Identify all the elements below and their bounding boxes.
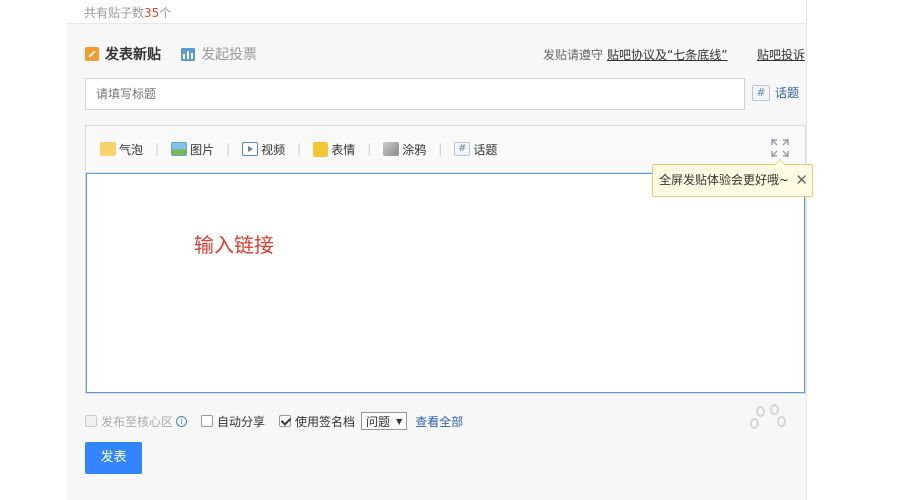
complain-link[interactable]: 贴吧投诉 bbox=[757, 46, 805, 63]
bar-chart-icon bbox=[181, 47, 195, 61]
toolbar-image-label: 图片 bbox=[190, 142, 215, 157]
signature-checkbox[interactable] bbox=[279, 415, 292, 427]
tooltip-close-icon[interactable]: ✕ bbox=[795, 165, 808, 196]
fullscreen-icon[interactable] bbox=[771, 139, 789, 157]
image-icon bbox=[171, 142, 188, 156]
fullscreen-tooltip: 全屏发贴体验会更好哦~ ✕ bbox=[652, 159, 813, 197]
toolbar-separator: | bbox=[155, 142, 160, 156]
tab-vote-label: 发起投票 bbox=[201, 47, 257, 63]
toolbar-separator: | bbox=[438, 142, 443, 156]
post-count-prefix: 共有贴子数 bbox=[84, 6, 145, 20]
core-area-checkbox bbox=[85, 415, 97, 427]
post-count-bar: 共有贴子数35个 bbox=[66, 0, 806, 24]
signature-label: 使用签名档 bbox=[295, 414, 356, 429]
signature-select[interactable]: 问题 ▼ bbox=[361, 412, 408, 430]
toolbar-emoji[interactable]: 表情 bbox=[313, 141, 355, 158]
option-signature[interactable]: 使用签名档 bbox=[279, 413, 355, 430]
tab-new-post-label: 发表新贴 bbox=[105, 47, 161, 63]
link-annotation: 输入链接 bbox=[194, 233, 274, 257]
hash-icon: # bbox=[752, 84, 770, 101]
toolbar-graffiti-label: 涂鸦 bbox=[402, 142, 427, 157]
toolbar-emoji-label: 表情 bbox=[331, 142, 356, 157]
rules-prefix: 发贴请遵守 bbox=[543, 48, 604, 62]
post-count-suffix: 个 bbox=[159, 6, 172, 20]
toolbar-separator: | bbox=[226, 142, 231, 156]
emoji-icon bbox=[313, 141, 329, 157]
bubble-icon bbox=[100, 142, 116, 156]
rules-link[interactable]: 贴吧协议及“七条底线” bbox=[607, 48, 727, 62]
toolbar-image[interactable]: 图片 bbox=[171, 141, 214, 158]
toolbar-bubble[interactable]: 气泡 bbox=[100, 141, 143, 158]
toolbar-video-label: 视频 bbox=[261, 142, 286, 157]
core-area-label: 发布至核心区 bbox=[101, 414, 174, 429]
paw-icon bbox=[750, 404, 790, 444]
post-header: 发表新贴 发起投票 发贴请遵守 贴吧协议及“七条底线” 贴吧投诉 bbox=[85, 44, 805, 64]
info-icon[interactable]: i bbox=[176, 415, 188, 427]
left-gutter bbox=[0, 0, 66, 500]
option-auto-share[interactable]: 自动分享 bbox=[201, 413, 265, 430]
post-count: 共有贴子数35个 bbox=[84, 4, 171, 21]
post-options: 发布至核心区 i 自动分享 使用签名档 问题 ▼ 查看全部 bbox=[85, 411, 463, 431]
video-icon bbox=[242, 142, 259, 156]
title-input[interactable] bbox=[85, 78, 745, 110]
tooltip-text: 全屏发贴体验会更好哦~ bbox=[659, 173, 790, 187]
graffiti-icon bbox=[383, 142, 400, 156]
baidu-jingyan-watermark bbox=[688, 404, 888, 494]
editor-content[interactable]: 输入链接 bbox=[86, 173, 805, 393]
post-rules: 发贴请遵守 贴吧协议及“七条底线” bbox=[543, 46, 727, 63]
signature-select-value: 问题 bbox=[366, 414, 391, 429]
auto-share-checkbox[interactable] bbox=[201, 415, 214, 427]
tab-new-post[interactable]: 发表新贴 bbox=[85, 44, 161, 64]
toolbar-bubble-label: 气泡 bbox=[119, 142, 144, 157]
toolbar-separator: | bbox=[297, 142, 302, 156]
toolbar-video[interactable]: 视频 bbox=[242, 141, 285, 158]
topic-link-label: 话题 bbox=[775, 86, 800, 100]
auto-share-label: 自动分享 bbox=[217, 414, 266, 429]
see-all-link[interactable]: 查看全部 bbox=[415, 413, 463, 430]
post-count-number: 35 bbox=[144, 6, 160, 20]
toolbar-separator: | bbox=[367, 142, 372, 156]
toolbar-topic[interactable]: # 话题 bbox=[454, 141, 497, 158]
pencil-icon bbox=[85, 47, 99, 61]
option-core-area: 发布至核心区 i bbox=[85, 413, 188, 430]
toolbar-graffiti[interactable]: 涂鸦 bbox=[383, 141, 426, 158]
topic-icon: # bbox=[454, 142, 471, 156]
tab-vote[interactable]: 发起投票 bbox=[181, 44, 257, 64]
submit-button[interactable]: 发表 bbox=[85, 442, 142, 474]
chevron-down-icon: ▼ bbox=[396, 416, 403, 426]
topic-link[interactable]: # 话题 bbox=[752, 84, 799, 101]
toolbar-topic-label: 话题 bbox=[473, 142, 498, 157]
